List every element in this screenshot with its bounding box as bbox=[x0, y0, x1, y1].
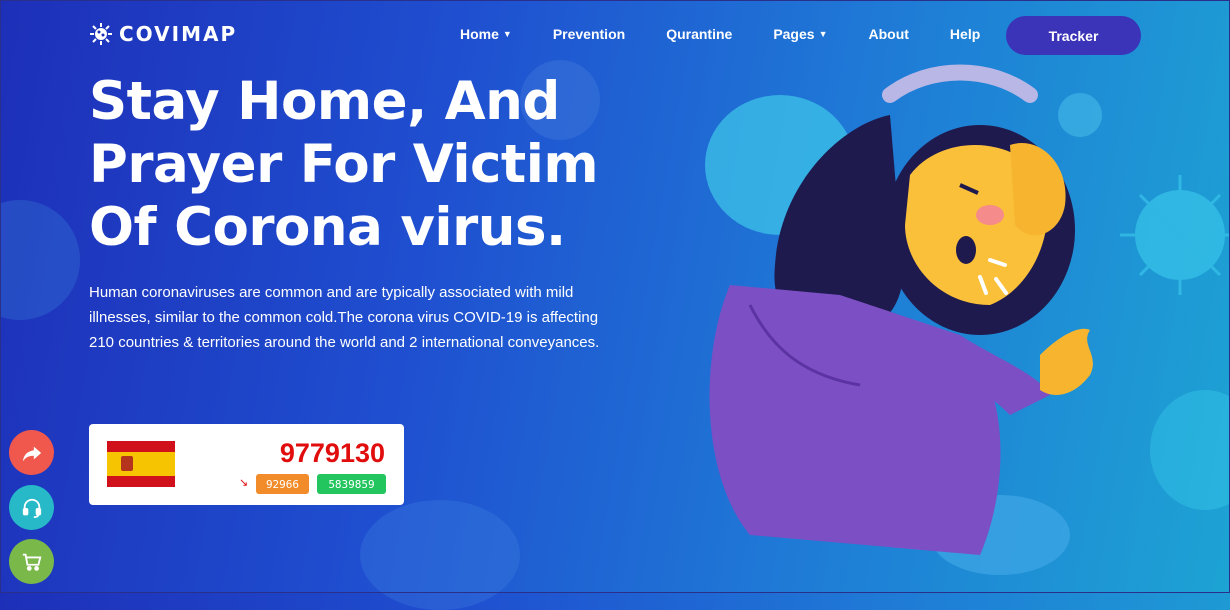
nav-item-label: Qurantine bbox=[666, 26, 733, 42]
nav-item-label: Home bbox=[460, 26, 499, 42]
nav-item-about[interactable]: About bbox=[868, 26, 908, 42]
deaths-badge: 92966 bbox=[256, 474, 309, 494]
nav-item-label: About bbox=[868, 26, 909, 42]
nav-item-qurantine[interactable]: Qurantine bbox=[666, 26, 732, 42]
caret-down-icon: ▼ bbox=[818, 29, 828, 39]
nav-item-label: Help bbox=[949, 26, 981, 42]
country-stats-card[interactable]: 9779130 ↘ 92966 5839859 bbox=[89, 424, 404, 505]
brand-logo[interactable]: COVIMAP bbox=[89, 22, 237, 46]
headset-icon bbox=[22, 498, 41, 518]
hero-description: Human coronaviruses are common and are t… bbox=[89, 284, 600, 351]
tracker-button[interactable]: Tracker bbox=[1006, 16, 1141, 55]
nav-item-home[interactable]: Home ▼ bbox=[460, 26, 512, 42]
caret-down-icon: ▼ bbox=[502, 29, 512, 39]
virus-logo-icon bbox=[90, 23, 112, 45]
total-cases-count: 9779130 bbox=[279, 438, 385, 468]
nav-item-label: Prevention bbox=[552, 26, 626, 42]
recovered-badge: 5839859 bbox=[317, 474, 386, 494]
brand-name: COVIMAP bbox=[119, 22, 238, 46]
spain-flag-icon bbox=[107, 441, 175, 487]
background-virus-blob bbox=[0, 200, 80, 320]
coughing-woman-illustration bbox=[705, 64, 1230, 575]
nav-item-label: Pages bbox=[773, 26, 815, 42]
cart-button[interactable] bbox=[9, 539, 54, 584]
nav-item-pages[interactable]: Pages ▼ bbox=[773, 26, 827, 42]
share-icon bbox=[22, 446, 41, 461]
support-button[interactable] bbox=[9, 485, 54, 530]
trend-down-icon: ↘ bbox=[239, 477, 249, 489]
main-nav: Home ▼ Prevention Qurantine Pages ▼ Abou… bbox=[460, 26, 1021, 42]
hero-title: Stay Home, And Prayer For Victim Of Coro… bbox=[89, 71, 599, 258]
background-virus-blob bbox=[360, 500, 520, 610]
nav-item-prevention[interactable]: Prevention bbox=[553, 26, 625, 42]
nav-item-help[interactable]: Help bbox=[950, 26, 980, 42]
share-button[interactable] bbox=[9, 430, 54, 475]
cart-icon bbox=[22, 553, 41, 571]
